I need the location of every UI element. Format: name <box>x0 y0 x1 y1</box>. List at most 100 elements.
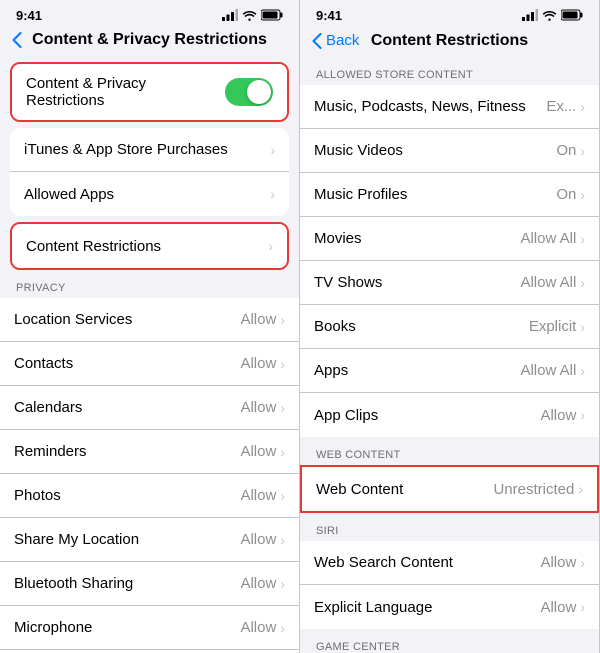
photos-row[interactable]: Photos Allow › <box>0 474 299 518</box>
content-restrictions-label: Content Restrictions <box>26 238 268 255</box>
music-profiles-value: On <box>556 186 576 203</box>
toggle-highlight-box: Content & Privacy Restrictions <box>10 62 289 122</box>
location-services-chevron: › <box>280 312 285 328</box>
itunes-chevron: › <box>270 142 275 158</box>
itunes-row[interactable]: iTunes & App Store Purchases › <box>10 128 289 172</box>
bluetooth-chevron: › <box>280 576 285 592</box>
calendars-row[interactable]: Calendars Allow › <box>0 386 299 430</box>
microphone-label: Microphone <box>14 619 240 636</box>
content-restrictions-chevron: › <box>268 238 273 254</box>
share-location-row[interactable]: Share My Location Allow › <box>0 518 299 562</box>
photos-label: Photos <box>14 487 240 504</box>
bluetooth-label: Bluetooth Sharing <box>14 575 240 592</box>
books-row[interactable]: Books Explicit › <box>300 305 599 349</box>
tv-shows-row[interactable]: TV Shows Allow All › <box>300 261 599 305</box>
game-center-section: GAME CENTER Multiplayer Games Allow with… <box>300 635 599 653</box>
web-search-label: Web Search Content <box>314 554 540 571</box>
back-button-left[interactable] <box>12 32 22 48</box>
location-services-label: Location Services <box>14 311 240 328</box>
privacy-rows-group: Location Services Allow › Contacts Allow… <box>0 298 299 653</box>
books-value: Explicit <box>529 318 577 335</box>
movies-row[interactable]: Movies Allow All › <box>300 217 599 261</box>
nav-title-right: Content Restrictions <box>371 32 528 50</box>
share-location-chevron: › <box>280 532 285 548</box>
siri-section: SIRI Web Search Content Allow › Explicit… <box>300 519 599 629</box>
right-panel: 9:41 Back Content Res <box>300 0 600 653</box>
back-button-right[interactable]: Back <box>312 32 359 49</box>
web-content-row[interactable]: Web Content Unrestricted › <box>302 467 597 511</box>
app-clips-row[interactable]: App Clips Allow › <box>300 393 599 437</box>
store-rows-group: Music, Podcasts, News, Fitness Ex... › M… <box>300 85 599 437</box>
music-podcasts-chevron: › <box>580 99 585 115</box>
game-center-section-label: GAME CENTER <box>300 635 599 653</box>
contacts-row[interactable]: Contacts Allow › <box>0 342 299 386</box>
web-content-highlight: Web Content Unrestricted › <box>300 465 599 513</box>
store-section-label: ALLOWED STORE CONTENT <box>300 63 599 85</box>
status-bar-right: 9:41 <box>300 0 599 28</box>
web-content-label: Web Content <box>316 481 493 498</box>
main-rows-group: iTunes & App Store Purchases › Allowed A… <box>10 128 289 216</box>
explicit-language-value: Allow <box>540 599 576 616</box>
signal-icon-right <box>522 9 538 21</box>
nav-bar-right: Back Content Restrictions <box>300 28 599 57</box>
tv-shows-label: TV Shows <box>314 274 520 291</box>
music-podcasts-row[interactable]: Music, Podcasts, News, Fitness Ex... › <box>300 85 599 129</box>
bluetooth-row[interactable]: Bluetooth Sharing Allow › <box>0 562 299 606</box>
apps-value: Allow All <box>520 362 576 379</box>
apps-row[interactable]: Apps Allow All › <box>300 349 599 393</box>
reminders-chevron: › <box>280 444 285 460</box>
time-left: 9:41 <box>16 8 42 23</box>
music-profiles-chevron: › <box>580 187 585 203</box>
location-services-row[interactable]: Location Services Allow › <box>0 298 299 342</box>
app-clips-label: App Clips <box>314 407 540 424</box>
photos-chevron: › <box>280 488 285 504</box>
tv-shows-value: Allow All <box>520 274 576 291</box>
apps-label: Apps <box>314 362 520 379</box>
web-content-chevron: › <box>578 481 583 497</box>
photos-value: Allow <box>240 487 276 504</box>
toggle-thumb <box>247 80 271 104</box>
calendars-label: Calendars <box>14 399 240 416</box>
left-scroll[interactable]: Content & Privacy Restrictions iTunes & … <box>0 56 299 653</box>
share-location-value: Allow <box>240 531 276 548</box>
books-label: Books <box>314 318 529 335</box>
status-bar-left: 9:41 <box>0 0 299 28</box>
reminders-row[interactable]: Reminders Allow › <box>0 430 299 474</box>
music-podcasts-label: Music, Podcasts, News, Fitness <box>314 98 546 115</box>
music-videos-value: On <box>556 142 576 159</box>
contacts-label: Contacts <box>14 355 240 372</box>
toggle-switch[interactable] <box>225 78 273 106</box>
allowed-apps-label: Allowed Apps <box>24 186 270 203</box>
store-section: ALLOWED STORE CONTENT Music, Podcasts, N… <box>300 63 599 437</box>
web-search-row[interactable]: Web Search Content Allow › <box>300 541 599 585</box>
privacy-restrictions-toggle-row[interactable]: Content & Privacy Restrictions <box>12 64 287 120</box>
web-content-section-label: WEB CONTENT <box>300 443 599 465</box>
microphone-row[interactable]: Microphone Allow › <box>0 606 299 650</box>
calendars-chevron: › <box>280 400 285 416</box>
reminders-value: Allow <box>240 443 276 460</box>
time-right: 9:41 <box>316 8 342 23</box>
wifi-icon <box>242 10 257 21</box>
content-restrictions-row[interactable]: Content Restrictions › <box>12 224 287 268</box>
siri-section-label: SIRI <box>300 519 599 541</box>
status-icons-left <box>222 9 283 21</box>
web-search-chevron: › <box>580 555 585 571</box>
battery-icon <box>261 9 283 21</box>
wifi-icon-right <box>542 10 557 21</box>
reminders-label: Reminders <box>14 443 240 460</box>
calendars-value: Allow <box>240 399 276 416</box>
right-scroll[interactable]: ALLOWED STORE CONTENT Music, Podcasts, N… <box>300 57 599 653</box>
signal-icon <box>222 9 238 21</box>
music-videos-row[interactable]: Music Videos On › <box>300 129 599 173</box>
music-podcasts-value: Ex... <box>546 98 576 115</box>
explicit-language-label: Explicit Language <box>314 599 540 616</box>
microphone-chevron: › <box>280 620 285 636</box>
explicit-language-row[interactable]: Explicit Language Allow › <box>300 585 599 629</box>
music-profiles-row[interactable]: Music Profiles On › <box>300 173 599 217</box>
contacts-value: Allow <box>240 355 276 372</box>
allowed-apps-row[interactable]: Allowed Apps › <box>10 172 289 216</box>
music-profiles-label: Music Profiles <box>314 186 556 203</box>
explicit-language-chevron: › <box>580 599 585 615</box>
nav-bar-left: Content & Privacy Restrictions <box>0 28 299 56</box>
status-icons-right <box>522 9 583 21</box>
